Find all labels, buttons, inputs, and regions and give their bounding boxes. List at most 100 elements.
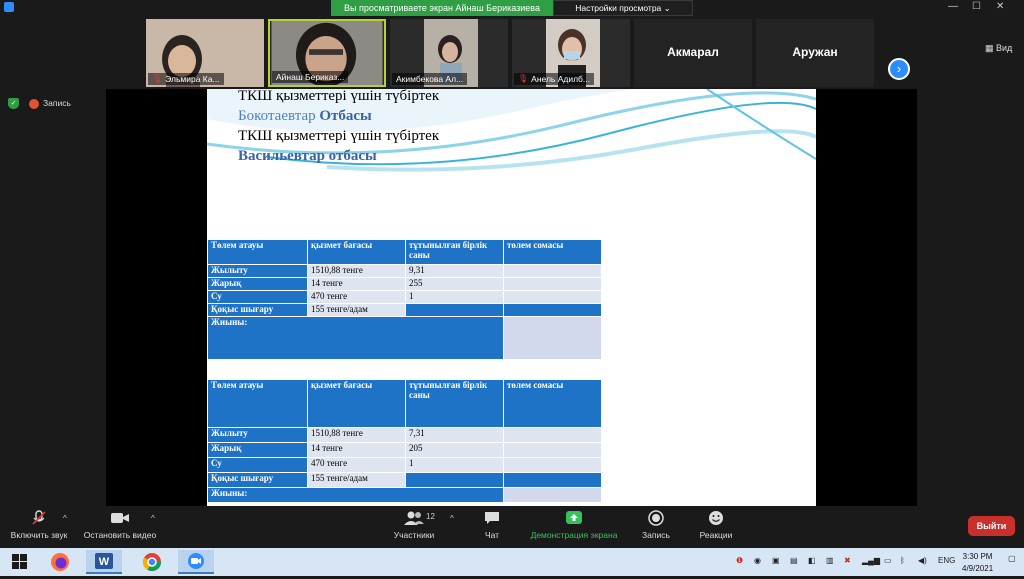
maximize-icon[interactable]: ☐ — [972, 1, 981, 12]
table-row: Жылыту 1510,88 тенге 7,31 — [207, 427, 602, 443]
record-button[interactable]: Запись — [636, 510, 676, 540]
language-indicator[interactable]: ENG — [938, 556, 955, 565]
leave-meeting-button[interactable]: Выйти — [968, 516, 1015, 536]
total-label: Жиыны: — [207, 487, 504, 503]
share-banner: Вы просматриваете экран Айнаш Бериказиев… — [331, 0, 693, 16]
title-bar: Вы просматриваете экран Айнаш Бериказиев… — [0, 0, 1024, 16]
participants-caret-icon[interactable]: ^ — [450, 514, 454, 523]
next-page-button[interactable]: › — [888, 58, 910, 80]
participant-tile-active-speaker[interactable]: Айнаш Бериказ... — [268, 19, 386, 87]
grid-view-icon: ▦ — [985, 43, 994, 53]
taskbar-word[interactable]: W — [86, 550, 122, 574]
column-header: тұтынылған бірлік саны — [405, 379, 504, 428]
muted-microphone-icon — [32, 510, 46, 525]
audio-options-caret-icon[interactable]: ^ — [63, 514, 67, 523]
start-button[interactable] — [2, 550, 38, 574]
chat-button[interactable]: Чат — [474, 510, 510, 540]
windows-logo-icon — [12, 554, 27, 569]
participant-tile[interactable]: Акмарал — [634, 19, 752, 87]
taskbar-chrome[interactable] — [134, 550, 170, 574]
view-options-label: Настройки просмотра — [575, 3, 662, 13]
table-total-row: Жиыны: — [207, 316, 602, 360]
column-header: Төлем атауы — [207, 239, 308, 265]
total-amount — [503, 487, 602, 503]
minimize-icon[interactable]: — — [948, 1, 958, 12]
shared-document: ТКШ қызметтері үшін түбіртек Бокотаевтар… — [207, 89, 816, 506]
view-button[interactable]: ▦ Вид — [985, 43, 1012, 54]
family-name: Бокотаевтар — [238, 108, 316, 124]
tray-app-icon[interactable]: ▣ — [772, 556, 780, 565]
reactions-label: Реакции — [699, 530, 733, 540]
video-camera-icon — [111, 513, 129, 523]
participants-icon — [404, 511, 424, 525]
video-options-caret-icon[interactable]: ^ — [151, 514, 155, 523]
taskbar-zoom[interactable] — [178, 550, 214, 574]
reactions-button[interactable]: Реакции — [694, 510, 738, 540]
row-name: Жылыту — [207, 264, 308, 278]
row-units: 1 — [405, 290, 504, 304]
taskbar-firefox[interactable] — [42, 550, 78, 574]
row-amount — [503, 427, 602, 443]
participant-name: Акимбекова Ал... — [396, 74, 464, 84]
tray-zoom-icon[interactable]: ◉ — [754, 556, 761, 565]
participants-button[interactable]: Участники — [384, 510, 444, 540]
tray-app-icon[interactable]: ✖ — [844, 556, 851, 565]
table-header-row: Төлем атауы қызмет бағасы тұтынылған бір… — [207, 239, 602, 265]
table-row: Су 470 тенге 1 — [207, 290, 602, 304]
chrome-icon — [142, 553, 161, 572]
recording-indicator[interactable]: Запись — [29, 98, 71, 109]
participant-name: Акмарал — [667, 45, 719, 59]
battery-icon[interactable]: ▭ — [884, 556, 892, 565]
security-shield-icon[interactable]: ✓ — [8, 98, 19, 109]
muted-mic-icon: 🎙 — [518, 74, 529, 83]
table-row: Қоқыс шығару 155 тенге/адам — [207, 303, 602, 317]
column-header: тұтынылған бірлік саны — [405, 239, 504, 265]
svg-text:W: W — [99, 556, 110, 568]
share-screen-button[interactable]: Демонстрация экрана — [522, 510, 626, 540]
meeting-status: ✓ Запись — [8, 98, 71, 109]
row-units: 1 — [405, 457, 504, 473]
row-amount — [503, 457, 602, 473]
close-icon[interactable]: ✕ — [996, 1, 1004, 12]
table-row: Су 470 тенге 1 — [207, 457, 602, 473]
participant-tile[interactable]: Акимбекова Ал... — [390, 19, 508, 87]
stop-video-button[interactable]: Остановить видео — [80, 510, 160, 540]
tray-app-icon[interactable]: ▥ — [826, 556, 834, 565]
row-units: 7,31 — [405, 427, 504, 443]
zoom-icon — [188, 553, 204, 569]
notifications-icon[interactable]: ▢ — [1008, 554, 1016, 563]
view-options-button[interactable]: Настройки просмотра ⌄ — [553, 0, 693, 16]
doc-line-2: Бокотаевтар Отбасы — [238, 108, 372, 125]
row-price: 14 тенге — [307, 277, 406, 291]
tray-app-icon[interactable]: ▤ — [790, 556, 798, 565]
tray-security-icon[interactable]: ❶ — [736, 556, 743, 565]
participant-tile[interactable]: 🎙 Эльмира Ка... — [146, 19, 264, 87]
row-amount — [503, 264, 602, 278]
table-row: Жарық 14 тенге 205 — [207, 442, 602, 458]
participant-name-tag: Акимбекова Ал... — [392, 73, 468, 85]
row-amount — [503, 290, 602, 304]
tray-app-icon[interactable]: ◧ — [808, 556, 816, 565]
participant-tile[interactable]: Аружан — [756, 19, 874, 87]
row-name: Қоқыс шығару — [207, 472, 308, 488]
chevron-down-icon: ⌄ — [663, 3, 671, 13]
row-name: Су — [207, 290, 308, 304]
smiley-icon — [709, 511, 723, 525]
doc-line-3: ТКШ қызметтері үшін түбіртек — [238, 128, 440, 144]
volume-icon[interactable]: ◀) — [918, 556, 927, 565]
row-amount — [503, 472, 602, 488]
taskbar-clock[interactable]: 3:30 PM 4/9/2021 — [962, 551, 993, 575]
word-icon: W — [95, 553, 113, 569]
share-banner-text: Вы просматриваете экран Айнаш Бериказиев… — [331, 0, 553, 16]
row-name: Қоқыс шығару — [207, 303, 308, 317]
row-units: 255 — [405, 277, 504, 291]
row-units: 205 — [405, 442, 504, 458]
row-price: 14 тенге — [307, 442, 406, 458]
receipt-table-1: Төлем атауы қызмет бағасы тұтынылған бір… — [207, 239, 602, 360]
bluetooth-icon[interactable]: ᛒ — [900, 556, 905, 565]
network-signal-icon[interactable]: ▂▄▆ — [862, 556, 880, 565]
participant-tile[interactable]: 🎙 Анель Адилб... — [512, 19, 630, 87]
row-price: 155 тенге/адам — [307, 472, 406, 488]
column-header: қызмет бағасы — [307, 239, 406, 265]
zoom-app-icon — [4, 2, 14, 12]
